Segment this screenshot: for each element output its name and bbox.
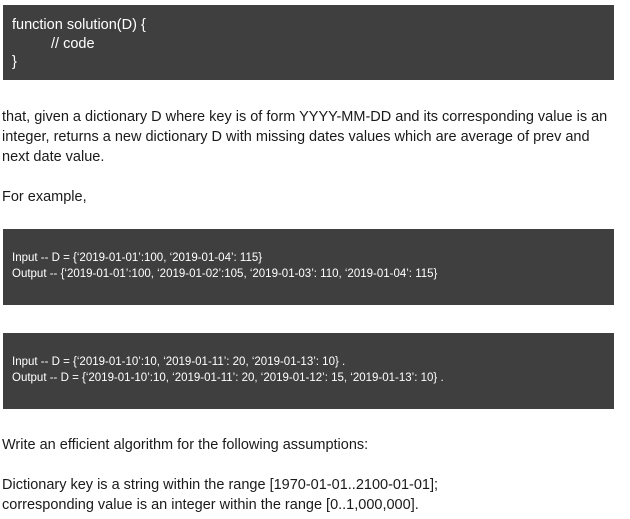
code-line-function-declaration: function solution(D) { bbox=[12, 17, 146, 33]
code-line-comment: // code bbox=[51, 35, 95, 52]
code-line-closing-brace: } bbox=[12, 54, 17, 70]
example-input-line: Input -- D = {‘2019-01-10’:10, ‘2019-01-… bbox=[12, 356, 346, 368]
assumption-value-range: corresponding value is an integer within… bbox=[2, 497, 419, 513]
function-signature-code-block: function solution(D) { // code } bbox=[3, 5, 614, 80]
example-code-block-2: Input -- D = {‘2019-01-10’:10, ‘2019-01-… bbox=[3, 333, 614, 409]
example-intro: For example, bbox=[2, 189, 87, 205]
description-line-1: that, given a dictionary D where key is … bbox=[2, 109, 608, 125]
example-output-line: Output -- {‘2019-01-01’:100, ‘2019-01-02… bbox=[12, 268, 438, 280]
description-line-3: next date value. bbox=[2, 149, 105, 165]
write-prompt: Write an efficient algorithm for the fol… bbox=[2, 437, 369, 453]
description-line-2: integer, returns a new dictionary D with… bbox=[2, 129, 590, 145]
example-code-block-1: Input -- D = {‘2019-01-01’:100, ‘2019-01… bbox=[3, 229, 614, 305]
example-output-line: Output -- D = {‘2019-01-10’:10, ‘2019-01… bbox=[12, 372, 444, 384]
problem-description: that, given a dictionary D where key is … bbox=[2, 107, 626, 167]
assumption-key-range: Dictionary key is a string within the ra… bbox=[2, 477, 439, 493]
example-input-line: Input -- D = {‘2019-01-01’:100, ‘2019-01… bbox=[12, 252, 263, 264]
assumptions: Dictionary key is a string within the ra… bbox=[2, 475, 626, 515]
